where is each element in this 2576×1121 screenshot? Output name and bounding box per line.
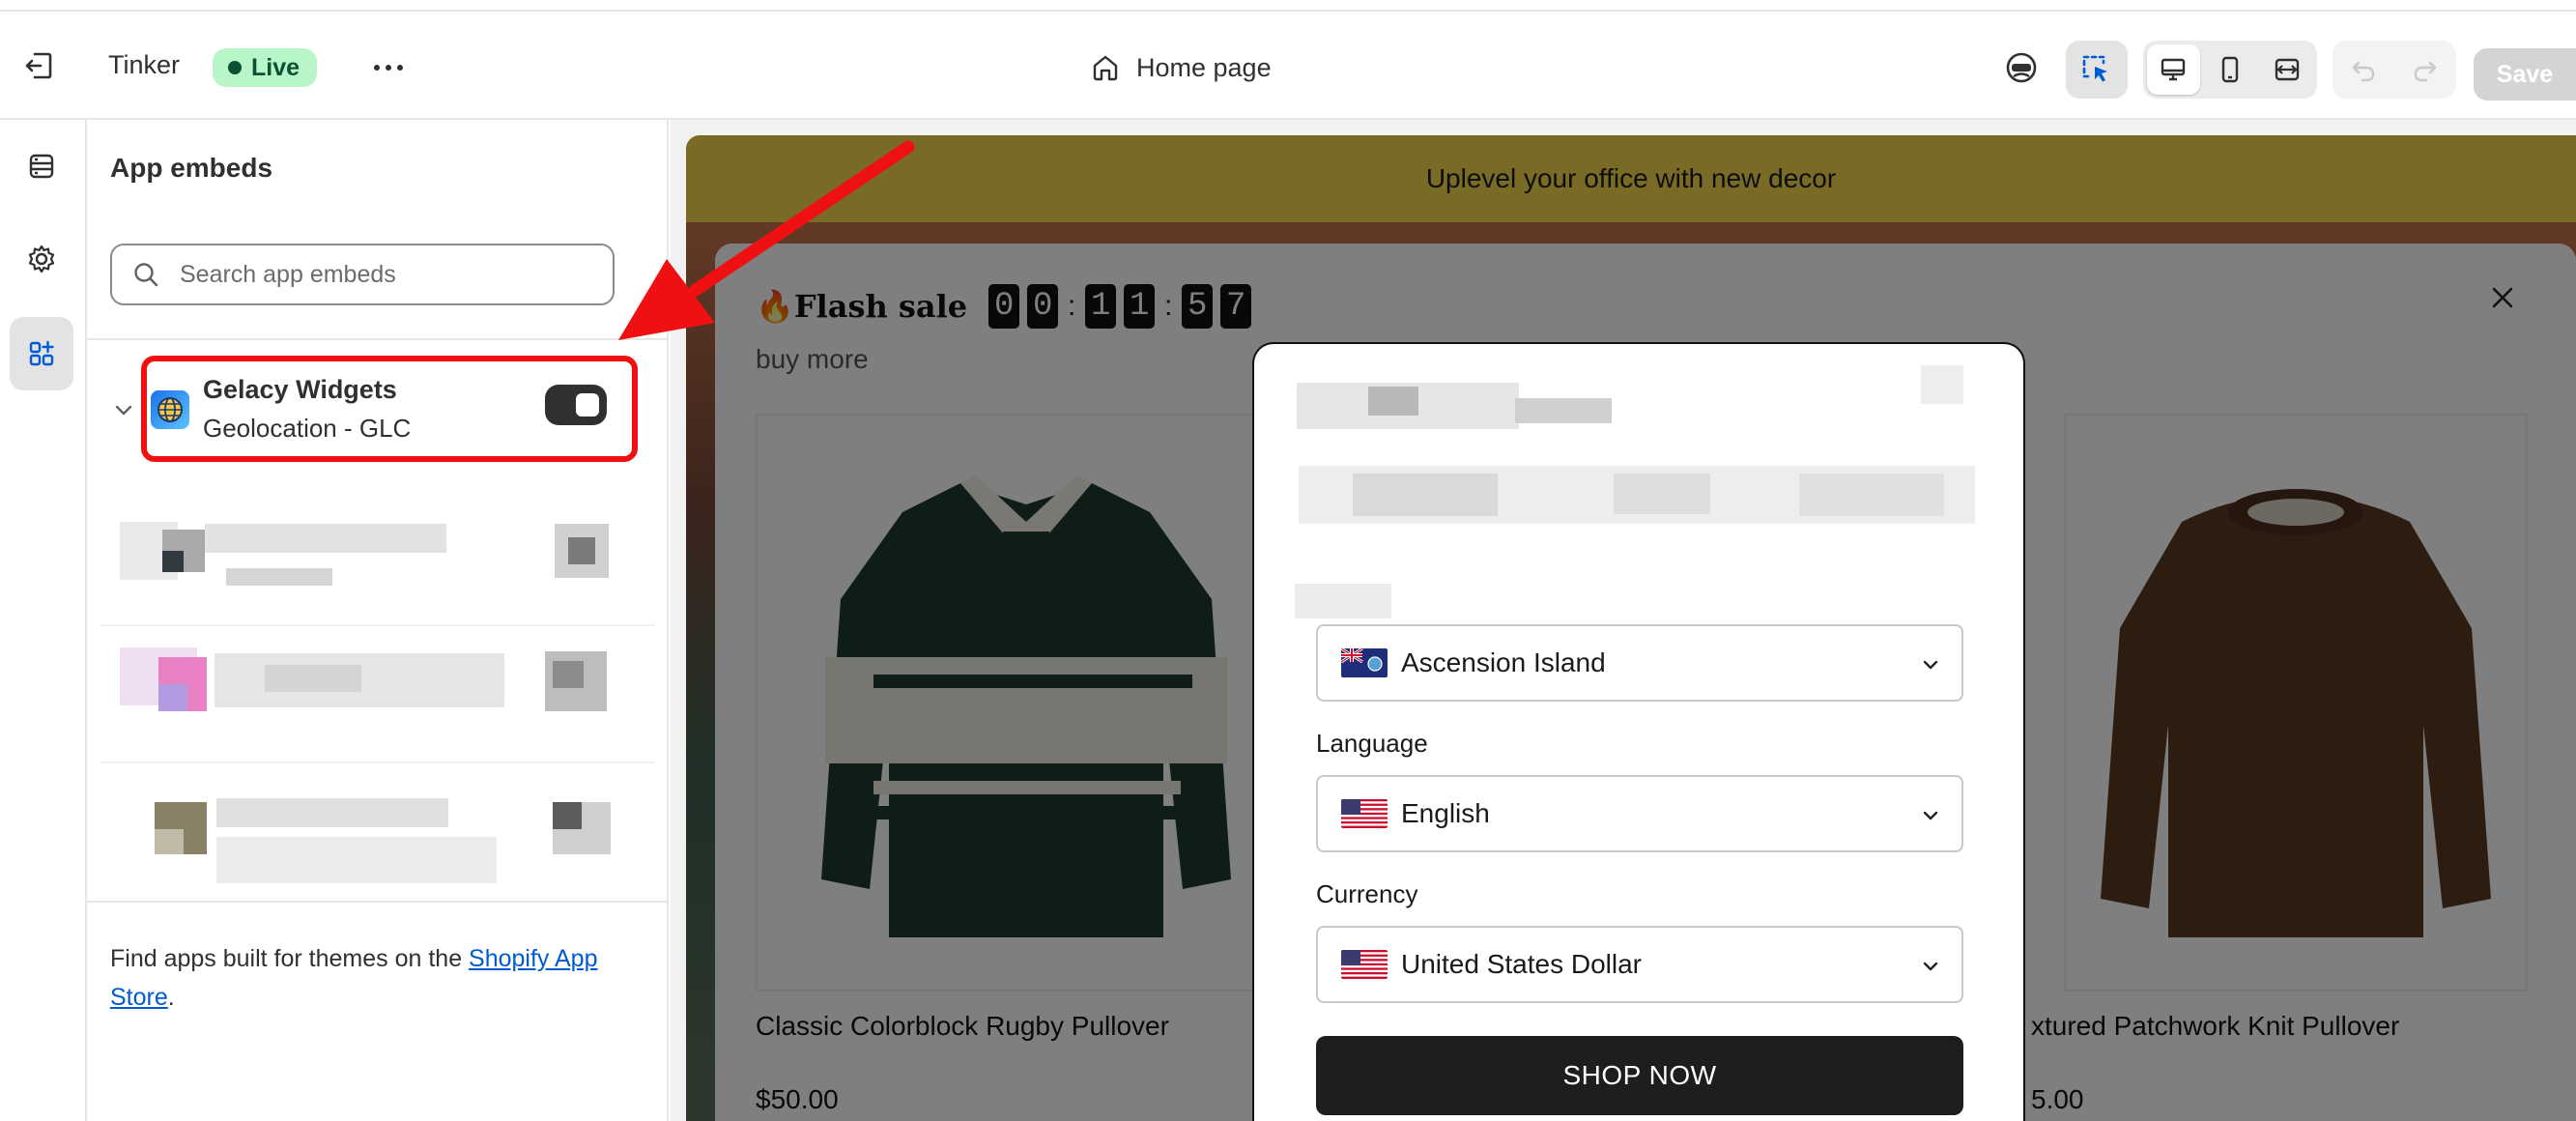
obscured-block <box>265 665 361 692</box>
obscured-block <box>1515 398 1612 423</box>
inspector-button[interactable] <box>2000 46 2043 89</box>
language-value: English <box>1401 798 1490 828</box>
app-embeds-panel: App embeds Gelacy Widgets Geolocation - … <box>87 120 669 1121</box>
chevron-down-icon <box>115 405 132 416</box>
fullwidth-icon <box>2275 58 2299 81</box>
language-select[interactable]: English <box>1316 775 1963 852</box>
app-store-note-text: Find apps built for themes on the <box>110 945 470 972</box>
search-icon <box>134 263 158 287</box>
obscured-block <box>158 684 187 711</box>
obscured-block <box>553 802 582 829</box>
desktop-view-button[interactable] <box>2147 44 2200 95</box>
theme-name: Tinker <box>108 50 181 79</box>
currency-value: United States Dollar <box>1401 949 1643 979</box>
app-store-note-end: . <box>167 984 175 1011</box>
select-element-button[interactable] <box>2066 41 2128 99</box>
exit-icon <box>25 52 52 79</box>
obscured-app-embed-row[interactable] <box>100 769 655 901</box>
expand-button[interactable] <box>110 396 137 423</box>
redo-icon[interactable] <box>2411 55 2440 84</box>
divider <box>87 338 667 340</box>
country-value: Ascension Island <box>1401 647 1606 677</box>
panel-title: App embeds <box>110 153 273 183</box>
sections-icon <box>29 154 54 179</box>
history-controls <box>2333 41 2456 99</box>
live-status-label: Live <box>251 53 301 81</box>
obscured-block <box>205 524 446 553</box>
language-label: Language <box>1316 729 1428 758</box>
undo-icon[interactable] <box>2349 55 2378 84</box>
more-actions-button[interactable] <box>365 48 412 87</box>
mobile-view-button[interactable] <box>2204 44 2257 95</box>
more-icon-dot <box>386 65 391 71</box>
obscured-close-button[interactable] <box>1921 365 1963 404</box>
obscured-block <box>155 829 184 854</box>
more-icon <box>374 65 380 71</box>
chevron-down-icon <box>1923 811 1938 820</box>
fullwidth-view-button[interactable] <box>2260 44 2313 95</box>
mobile-icon <box>2221 56 2239 83</box>
obscured-app-embed-row[interactable] <box>100 491 655 626</box>
obscured-block <box>162 551 184 572</box>
chevron-down-icon <box>1923 962 1938 971</box>
app-embeds-nav-button[interactable] <box>10 317 73 390</box>
status-dot <box>228 61 242 74</box>
obscured-block <box>216 837 497 883</box>
chevron-down-icon <box>1923 660 1938 670</box>
theme-settings-button[interactable] <box>10 222 73 296</box>
divider <box>87 901 667 903</box>
obscured-block <box>226 568 332 586</box>
geolocation-popup: Ascension Island Language English Curren… <box>1252 342 2025 1121</box>
inspector-icon <box>2006 52 2037 83</box>
desktop-icon <box>2161 58 2186 81</box>
settings-icon <box>28 244 55 273</box>
shop-now-button[interactable]: SHOP NOW <box>1316 1036 1963 1115</box>
app-store-note: Find apps built for themes on the Shopif… <box>110 939 613 1017</box>
flag-us-icon <box>1341 950 1388 979</box>
currency-select[interactable]: United States Dollar <box>1316 926 1963 1003</box>
obscured-block <box>1353 474 1498 516</box>
obscured-block <box>1614 474 1710 514</box>
obscured-block <box>1799 474 1944 516</box>
live-status-badge: Live <box>213 48 318 87</box>
page-selector-label: Home page <box>1136 52 1272 82</box>
exit-editor-button[interactable] <box>17 46 60 85</box>
obscured-block <box>553 661 584 688</box>
obscured-app-embed-row[interactable] <box>100 628 655 763</box>
top-bar: Tinker Live Home page Save <box>0 10 2576 120</box>
obscured-block <box>568 537 595 564</box>
page-selector[interactable]: Home page <box>1090 46 1272 89</box>
obscured-block <box>1368 387 1418 416</box>
home-icon <box>1093 55 1118 81</box>
sections-button[interactable] <box>10 129 73 203</box>
currency-label: Currency <box>1316 879 1418 908</box>
left-rail <box>0 120 87 1121</box>
annotation-highlight-box <box>141 356 638 462</box>
device-switcher <box>2143 41 2317 99</box>
flag-us-icon <box>1341 799 1388 828</box>
save-button[interactable]: Save <box>2474 48 2576 101</box>
app-embeds-icon <box>29 340 54 366</box>
obscured-block <box>216 798 448 827</box>
app-embed-row[interactable]: Gelacy Widgets Geolocation - GLC <box>87 348 667 479</box>
obscured-block <box>1295 584 1391 618</box>
country-select[interactable]: Ascension Island <box>1316 624 1963 702</box>
search-app-embeds[interactable] <box>110 244 615 305</box>
flag-ascension-island-icon <box>1341 648 1388 677</box>
select-icon <box>2082 55 2107 82</box>
search-input[interactable] <box>180 260 586 289</box>
more-icon-dot <box>397 65 403 71</box>
